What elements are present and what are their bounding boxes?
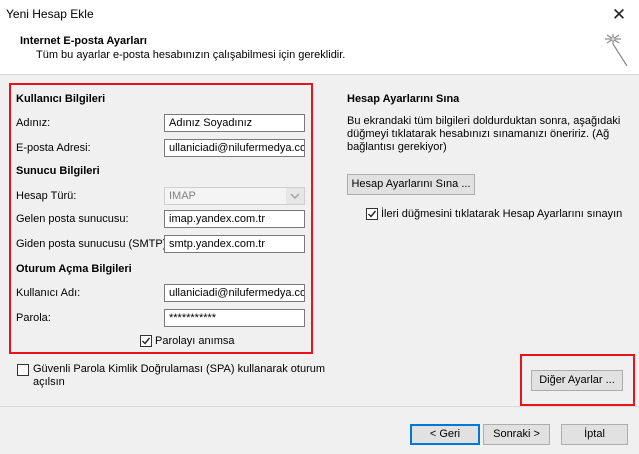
cancel-button[interactable]: İptal: [561, 424, 628, 445]
test-settings-heading: Hesap Ayarlarını Sına: [347, 93, 460, 105]
back-button[interactable]: < Geri: [410, 424, 480, 445]
sparkle-icon: [605, 34, 628, 67]
page-subtitle: Tüm bu ayarlar e-posta hesabınızın çalış…: [36, 49, 346, 61]
footer-divider: [0, 406, 639, 407]
wizard-header: Internet E-posta Ayarları Tüm bu ayarlar…: [0, 30, 639, 75]
close-icon: ✕: [611, 5, 627, 24]
auto-test-checkbox[interactable]: [366, 208, 378, 220]
test-account-settings-button[interactable]: Hesap Ayarlarını Sına ...: [347, 174, 475, 195]
spa-label-line2: açılsın: [33, 376, 65, 388]
next-button[interactable]: Sonraki >: [483, 424, 550, 445]
test-desc-line3: bağlantısı gerekiyor): [347, 141, 447, 153]
window-title: Yeni Hesap Ekle: [6, 7, 94, 21]
close-button[interactable]: ✕: [604, 3, 634, 27]
spa-label-line1: Güvenli Parola Kimlik Doğrulaması (SPA) …: [33, 363, 326, 375]
auto-test-label: İleri düğmesini tıklatarak Hesap Ayarlar…: [381, 208, 623, 220]
test-desc-line1: Bu ekrandaki tüm bilgileri doldurduktan …: [347, 115, 621, 127]
highlight-box-settings: [9, 83, 313, 354]
highlight-box-more-settings: [520, 354, 635, 406]
title-bar: Yeni Hesap Ekle ✕: [0, 0, 639, 30]
spa-checkbox[interactable]: [17, 364, 29, 376]
checkmark-icon: [368, 210, 377, 218]
page-title: Internet E-posta Ayarları: [20, 35, 147, 47]
test-desc-line2: düğmeyi tıklatarak hesabınızı sınamanızı…: [347, 128, 610, 140]
